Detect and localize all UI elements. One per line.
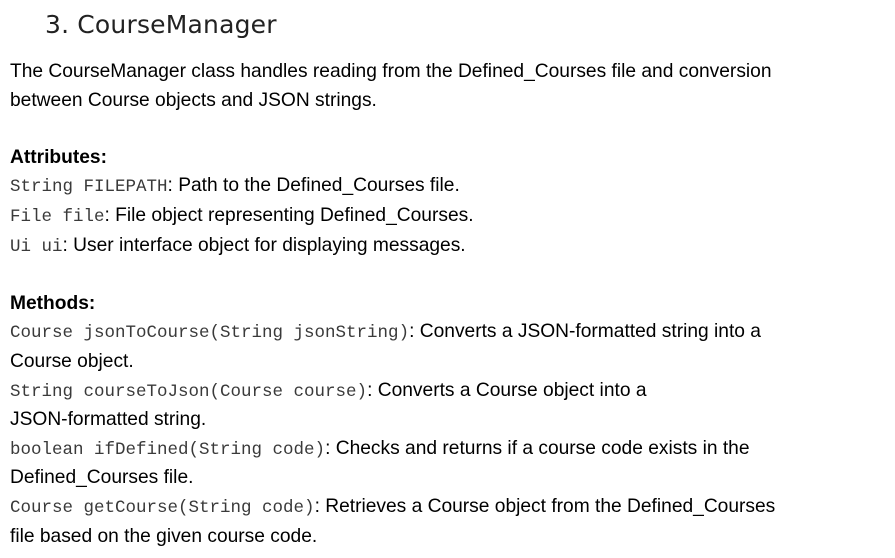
section-number: 3. <box>45 10 70 39</box>
method-item: Course jsonToCourse(String jsonString): … <box>10 318 890 348</box>
method-desc-continued: Course object. <box>10 350 134 372</box>
intro-line-1: The CourseManager class handles reading … <box>10 61 772 82</box>
attribute-code: String FILEPATH <box>10 177 168 198</box>
attribute-desc: : File object representing Defined_Cours… <box>104 204 474 226</box>
attribute-item: Ui ui: User interface object for display… <box>10 232 890 262</box>
method-desc-continued: JSON-formatted string. <box>10 409 207 431</box>
method-signature: Course getCourse(String code) <box>10 497 315 518</box>
method-desc-continued: file based on the given course code. <box>10 525 318 547</box>
document-body: The CourseManager class handles reading … <box>10 58 890 551</box>
method-signature: String courseToJson(Course course) <box>10 381 368 402</box>
method-item: boolean ifDefined(String code): Checks a… <box>10 435 890 465</box>
attribute-item: String FILEPATH: Path to the Defined_Cou… <box>10 172 890 202</box>
method-desc: : Converts a JSON-formatted string into … <box>409 321 761 343</box>
method-desc: : Retrieves a Course object from the Def… <box>314 495 776 517</box>
attribute-desc: : Path to the Defined_Courses file. <box>167 175 460 197</box>
method-desc: : Checks and returns if a course code ex… <box>325 437 750 459</box>
attribute-desc: : User interface object for displaying m… <box>62 234 466 256</box>
method-signature: Course jsonToCourse(String jsonString) <box>10 323 410 344</box>
method-item: Course getCourse(String code): Retrieves… <box>10 493 890 523</box>
attributes-heading: Attributes: <box>10 146 107 168</box>
methods-heading: Methods: <box>10 292 96 314</box>
attribute-code: Ui ui <box>10 236 63 257</box>
section-title: CourseManager <box>77 10 277 39</box>
method-desc-continued: Defined_Courses file. <box>10 467 194 489</box>
method-desc: : Converts a Course object into a <box>367 379 647 401</box>
intro-line-2: between Course objects and JSON strings. <box>10 89 377 111</box>
method-signature: boolean ifDefined(String code) <box>10 439 326 460</box>
section-heading: 3. CourseManager <box>45 10 277 39</box>
attribute-item: File file: File object representing Defi… <box>10 202 890 232</box>
attribute-code: File file <box>10 206 105 227</box>
method-item: String courseToJson(Course course): Conv… <box>10 377 890 407</box>
